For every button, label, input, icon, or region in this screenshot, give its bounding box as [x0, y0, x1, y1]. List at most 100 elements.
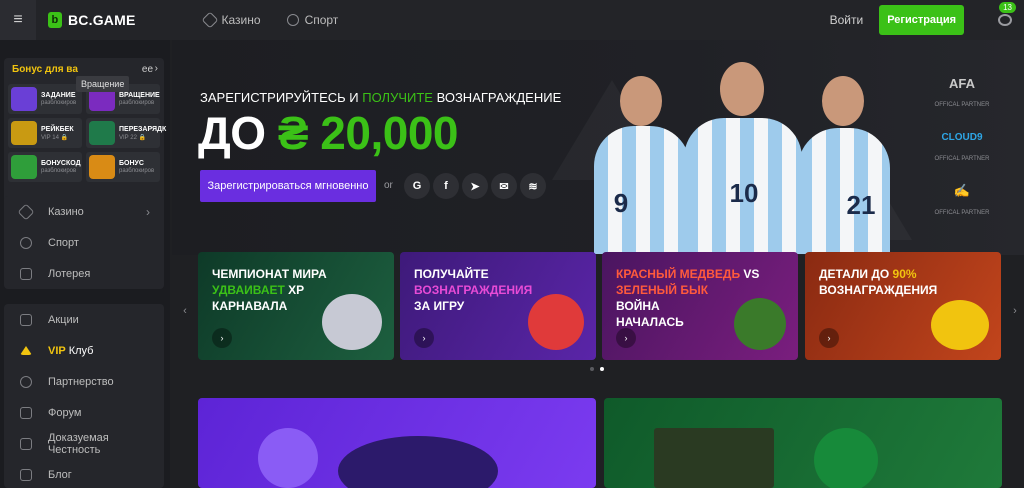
sidebar-group-more: Акции VIP Клуб Партнерство Форум Доказуе…: [4, 304, 164, 488]
wallet-icon[interactable]: ≋: [520, 173, 546, 199]
register-button[interactable]: Регистрация: [879, 5, 964, 35]
nav-casino-label: Казино: [221, 13, 261, 27]
promo-line: ВОЗНАГРАЖДЕНИЯ: [819, 283, 938, 297]
diamond-icon: [17, 203, 35, 220]
partner-caption: OFFICAL PARTNER: [934, 156, 990, 162]
promo-line: ЗЕЛЕНЫЙ БЫК: [616, 283, 709, 297]
sidebar-item-affiliate[interactable]: Партнерство: [4, 366, 164, 397]
logo-mark-icon: b: [48, 12, 62, 28]
partner-caption: OFFICAL PARTNER: [934, 210, 990, 216]
sidebar-item-casino[interactable]: Казино ›: [4, 196, 164, 227]
nav-sport[interactable]: Спорт: [286, 13, 339, 27]
sidebar-item-label: Лотерея: [48, 267, 91, 280]
hero-sub-a: ЗАРЕГИСТРИРУЙТЕСЬ И: [200, 90, 363, 105]
carousel-dots: [590, 367, 604, 371]
carousel-dot-active[interactable]: [600, 367, 604, 371]
google-icon[interactable]: G: [404, 173, 430, 199]
roulette-icon: [338, 436, 498, 488]
player-number: 9: [613, 188, 629, 218]
sidebar-item-label: Казино: [48, 205, 84, 218]
sidebar-item-blog[interactable]: Блог: [4, 459, 164, 488]
sidebar-item-fairness[interactable]: Доказуемая Честность: [4, 428, 164, 459]
sidebar-item-vip[interactable]: VIP Клуб: [4, 335, 164, 366]
logo-text: BC.GAME: [68, 12, 136, 28]
logo[interactable]: b BC.GAME: [48, 12, 136, 28]
hero-amount-b: ₴ 20,000: [277, 107, 459, 159]
login-link[interactable]: Войти: [830, 13, 864, 27]
sidebar-item-promotions[interactable]: Акции: [4, 304, 164, 335]
chat-button[interactable]: 13: [986, 0, 1024, 40]
promo-go-button[interactable]: ›: [414, 328, 434, 348]
xp-icon: [322, 294, 382, 350]
bonus-tile-sub: разблокиров: [119, 100, 155, 106]
sidebar-item-label: Форум: [48, 406, 82, 419]
promo-go-button[interactable]: ›: [616, 328, 636, 348]
menu-toggle-button[interactable]: ≡: [0, 0, 36, 40]
sidebar-item-label: Клуб: [68, 344, 94, 357]
chevron-right-icon: ›: [146, 204, 150, 219]
facebook-icon[interactable]: f: [433, 173, 459, 199]
sidebar-item-forum[interactable]: Форум: [4, 397, 164, 428]
gift-icon: [20, 313, 32, 326]
nav-sport-label: Спорт: [304, 13, 339, 27]
bonus-title-text: Бонус для ва: [12, 64, 78, 75]
sidebar-item-lottery[interactable]: Лотерея: [4, 258, 164, 289]
hero-sub-c: ВОЗНАГРАЖДЕНИЕ: [432, 90, 562, 105]
bonus-tile-rakeback[interactable]: РЕЙКБЕК VIP 14 🔒: [8, 118, 82, 148]
sidebar-item-label: Акции: [48, 313, 79, 326]
sidebar-item-label: Спорт: [48, 236, 79, 249]
metamask-icon[interactable]: ✉: [491, 173, 517, 199]
hero-amount-a: ДО: [198, 107, 278, 159]
sidebar-group-games: Казино › Спорт Лотерея: [4, 196, 164, 289]
bonus-tile-sub: VIP 22 🔒: [119, 134, 147, 141]
register-instant-button[interactable]: Зарегистрироваться мгновенно: [200, 170, 376, 202]
carousel-dot[interactable]: [590, 367, 594, 371]
bonus-tile-name: ЗАДАНИЕ: [41, 92, 76, 99]
promo-line: ДЕТАЛИ ДО: [819, 267, 893, 281]
top-nav: Казино Спорт: [201, 11, 339, 29]
promo-line: ЧЕМПИОНАТ МИРА: [212, 267, 327, 281]
casino-chip-icon: [258, 428, 318, 488]
bonus-tile-bonuscode[interactable]: БОНУСКОД разблокиров: [8, 152, 82, 182]
sport-category-card[interactable]: [604, 398, 1002, 488]
promo-card-rewards-details[interactable]: ДЕТАЛИ ДО 90% ВОЗНАГРАЖДЕНИЯ ›: [805, 252, 1001, 360]
chevron-right-icon[interactable]: ›: [155, 63, 158, 74]
social-login: G f ➤ ✉ ≋: [404, 173, 546, 199]
promo-go-button[interactable]: ›: [212, 328, 232, 348]
blog-icon: [20, 468, 32, 481]
rocket-coins-icon: [931, 300, 989, 350]
top-header: ≡ b BC.GAME Казино Спорт Войти Регистрац…: [0, 0, 1024, 40]
hamburger-icon: ≡: [13, 11, 23, 28]
recharge-icon: [89, 121, 115, 145]
bonus-tile-recharge[interactable]: ПЕРЕЗАРЯДК VIP 22 🔒: [86, 118, 166, 148]
bonus-tile-bonus[interactable]: БОНУС разблокиров: [86, 152, 160, 182]
bonus-tile-name: БОНУСКОД: [41, 160, 81, 167]
bonus-tile-sub: разблокиров: [41, 100, 77, 106]
carousel-next-button[interactable]: ›: [1008, 296, 1022, 326]
carousel-prev-button[interactable]: ‹: [178, 296, 192, 326]
bonus-tile-name: БОНУС: [119, 160, 144, 167]
bonus-tile-name: РЕЙКБЕК: [41, 125, 74, 133]
ticket-icon: [20, 267, 32, 280]
telegram-icon[interactable]: ➤: [462, 173, 488, 199]
vip-shield-icon: [528, 294, 584, 350]
bonus-tile-sub: VIP 14 🔒: [41, 134, 69, 141]
promo-card-worldcup[interactable]: ЧЕМПИОНАТ МИРА УДВАИВАЕТ XP КАРНАВАЛА ›: [198, 252, 394, 360]
promo-line: УДВАИВАЕТ: [212, 283, 285, 297]
promo-card-bear-bull[interactable]: КРАСНЫЙ МЕДВЕДЬ VS ЗЕЛЕНЫЙ БЫК ВОЙНА НАЧ…: [602, 252, 798, 360]
nav-casino[interactable]: Казино: [201, 11, 261, 29]
sidebar-item-sport[interactable]: Спорт: [4, 227, 164, 258]
bonus-panel-title[interactable]: Бонус для ва ее: [12, 64, 153, 75]
sidebar-item-label: Доказуемая Честность: [47, 431, 109, 456]
moneybag-icon: [89, 155, 115, 179]
shield-icon: [20, 437, 32, 450]
casino-category-card[interactable]: [198, 398, 596, 488]
scoreboard-icon: [654, 428, 774, 488]
promo-card-rewards[interactable]: ПОЛУЧАЙТЕ ВОЗНАГРАЖДЕНИЯ ЗА ИГРУ ›: [400, 252, 596, 360]
chat-badge: 13: [999, 2, 1016, 13]
cash-icon: [11, 155, 37, 179]
bonus-tile-task[interactable]: ЗАДАНИЕ разблокиров: [8, 84, 82, 114]
promo-go-button[interactable]: ›: [819, 328, 839, 348]
promo-line: ВОЗНАГРАЖДЕНИЯ: [414, 283, 533, 297]
bonus-tile-name: ВРАЩЕНИЕ: [119, 92, 160, 99]
